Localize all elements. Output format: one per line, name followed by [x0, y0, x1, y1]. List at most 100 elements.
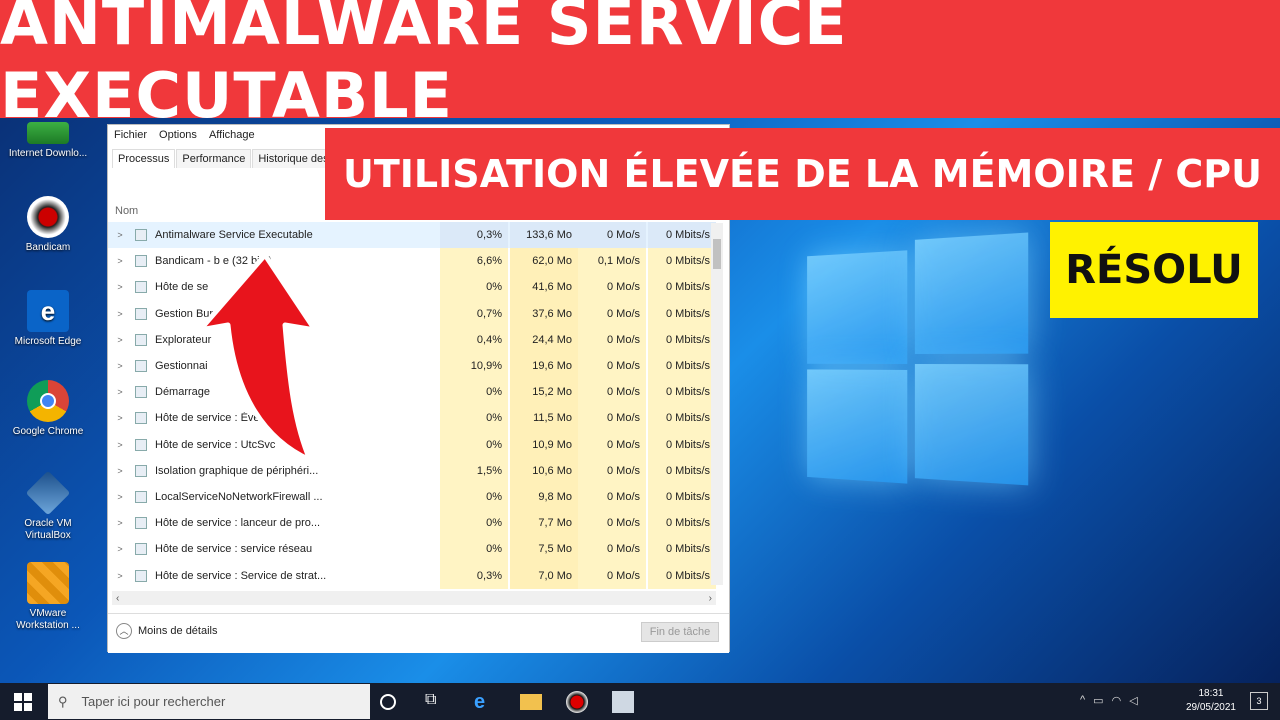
red-arrow-annotation: [197, 252, 318, 463]
cortana-icon[interactable]: [380, 694, 396, 710]
tab-bar: Processus Performance Historique des a: [112, 149, 345, 168]
desktop-icon-edge[interactable]: e Microsoft Edge: [6, 290, 90, 348]
chevron-right-icon[interactable]: >: [113, 492, 127, 502]
process-row[interactable]: > Hôte de service : lanceur de pro... 0% 7,…: [108, 510, 716, 537]
chevron-right-icon[interactable]: >: [113, 466, 127, 476]
process-network: 0 Mbits/s: [648, 274, 716, 301]
process-disk: 0 Mo/s: [578, 222, 646, 249]
chevron-right-icon[interactable]: >: [113, 256, 127, 266]
process-network: 0 Mbits/s: [648, 352, 716, 380]
process-memory: 19,6 Mo: [510, 352, 578, 380]
process-icon: [135, 490, 147, 503]
network-icon[interactable]: ▭: [1093, 694, 1103, 707]
chevron-right-icon[interactable]: >: [113, 387, 127, 397]
chevron-right-icon[interactable]: >: [113, 413, 127, 423]
file-explorer-icon[interactable]: [520, 694, 542, 710]
banner-subtitle: UTILISATION ÉLEVÉE DE LA MÉMOIRE / CPU: [343, 152, 1262, 196]
process-network: 0 Mbits/s: [648, 300, 716, 327]
chevron-right-icon[interactable]: >: [113, 544, 127, 554]
process-memory: 7,7 Mo: [510, 510, 578, 537]
chevron-right-icon[interactable]: >: [113, 361, 127, 371]
process-cpu: 0,3%: [440, 222, 508, 249]
chevron-right-icon[interactable]: >: [113, 230, 127, 240]
scroll-right-icon[interactable]: ›: [709, 593, 712, 604]
less-details-button[interactable]: ︿ Moins de détails: [116, 623, 218, 639]
process-disk: 0 Mo/s: [578, 536, 646, 563]
horizontal-scrollbar[interactable]: ‹ ›: [112, 591, 716, 605]
scrollbar-thumb[interactable]: [713, 239, 721, 269]
vertical-scrollbar[interactable]: [711, 223, 723, 585]
process-cpu: 0%: [440, 483, 508, 511]
chevron-right-icon[interactable]: >: [113, 571, 127, 581]
task-view-icon[interactable]: ⧉: [425, 691, 447, 713]
virtualbox-icon: [25, 470, 71, 516]
process-cpu: 0%: [440, 510, 508, 537]
chrome-icon: [27, 380, 69, 422]
chevron-right-icon[interactable]: >: [113, 335, 127, 345]
wifi-icon[interactable]: ◠: [1112, 694, 1122, 707]
process-row[interactable]: > LocalServiceNoNetworkFirewall ... 0% 9,8 …: [108, 483, 716, 511]
tab-performance[interactable]: Performance: [176, 149, 252, 168]
process-disk: 0 Mo/s: [578, 510, 646, 537]
process-cpu: 0%: [440, 431, 508, 458]
process-network: 0 Mbits/s: [648, 326, 716, 353]
process-memory: 37,6 Mo: [510, 300, 578, 327]
vmware-icon: [27, 562, 69, 604]
title-banner: ANTIMALWARE SERVICE EXECUTABLE: [0, 0, 1280, 132]
tab-processus[interactable]: Processus: [112, 149, 176, 168]
chevron-right-icon[interactable]: >: [113, 518, 127, 528]
desktop-icon-vmware[interactable]: VMware Workstation ...: [6, 562, 90, 632]
chevron-up-icon[interactable]: ^: [1080, 694, 1085, 707]
bandicam-taskbar-icon[interactable]: [566, 691, 588, 713]
process-memory: 10,6 Mo: [510, 457, 578, 484]
process-network: 0 Mbits/s: [648, 510, 716, 537]
process-icon: [135, 229, 147, 242]
bandicam-icon: [27, 196, 69, 238]
process-icon: [135, 386, 147, 399]
process-disk: 0 Mo/s: [578, 326, 646, 353]
banner-title: ANTIMALWARE SERVICE EXECUTABLE: [0, 0, 848, 132]
taskbar-search[interactable]: ⚲ Taper ici pour rechercher: [48, 684, 370, 719]
process-network: 0 Mbits/s: [648, 562, 716, 589]
scroll-left-icon[interactable]: ‹: [116, 593, 119, 604]
notification-icon[interactable]: 3: [1250, 692, 1268, 710]
clock[interactable]: 18:31 29/05/2021: [1186, 687, 1236, 715]
chevron-right-icon[interactable]: >: [113, 440, 127, 450]
chevron-right-icon[interactable]: >: [113, 282, 127, 292]
process-memory: 10,9 Mo: [510, 431, 578, 458]
clock-time: 18:31: [1198, 688, 1224, 699]
process-disk: 0 Mo/s: [578, 405, 646, 432]
process-network: 0 Mbits/s: [648, 483, 716, 511]
end-task-button[interactable]: Fin de tâche: [641, 622, 719, 642]
process-memory: 7,5 Mo: [510, 536, 578, 563]
task-manager-footer: ︿ Moins de détails Fin de tâche: [108, 613, 729, 653]
process-disk: 0 Mo/s: [578, 457, 646, 484]
process-icon: [135, 569, 147, 582]
process-network: 0 Mbits/s: [648, 222, 716, 249]
desktop-icon-virtualbox[interactable]: Oracle VM VirtualBox: [6, 470, 90, 542]
task-manager-taskbar-icon[interactable]: [612, 691, 634, 713]
process-row[interactable]: > Hôte de service : service réseau 0% 7,5 M…: [108, 536, 716, 563]
process-icon: [135, 517, 147, 530]
chevron-right-icon[interactable]: >: [113, 309, 127, 319]
process-name: Hôte de service : lanceur de pro...: [155, 517, 321, 530]
column-header-name[interactable]: Nom: [115, 205, 138, 217]
taskbar: ⚲ Taper ici pour rechercher ⧉ e ^ ▭ ◠ ◁ …: [0, 683, 1280, 720]
clock-date: 29/05/2021: [1185, 702, 1236, 713]
desktop-icon-chrome[interactable]: Google Chrome: [6, 380, 90, 438]
process-disk: 0 Mo/s: [578, 379, 646, 406]
process-name: LocalServiceNoNetworkFirewall ...: [155, 490, 323, 503]
volume-icon[interactable]: ◁: [1129, 694, 1137, 707]
less-details-label: Moins de détails: [138, 625, 218, 637]
process-row[interactable]: > Hôte de service : Service de strat... 0,…: [108, 562, 716, 589]
edge-taskbar-icon[interactable]: e: [474, 691, 496, 713]
process-network: 0 Mbits/s: [648, 431, 716, 458]
process-disk: 0 Mo/s: [578, 562, 646, 589]
desktop-icon-bandicam[interactable]: Bandicam: [6, 196, 90, 254]
process-memory: 133,6 Mo: [510, 222, 578, 249]
process-network: 0 Mbits/s: [648, 405, 716, 432]
process-disk: 0 Mo/s: [578, 431, 646, 458]
process-cpu: 0%: [440, 536, 508, 563]
process-network: 0 Mbits/s: [648, 379, 716, 406]
start-button[interactable]: [14, 693, 32, 711]
